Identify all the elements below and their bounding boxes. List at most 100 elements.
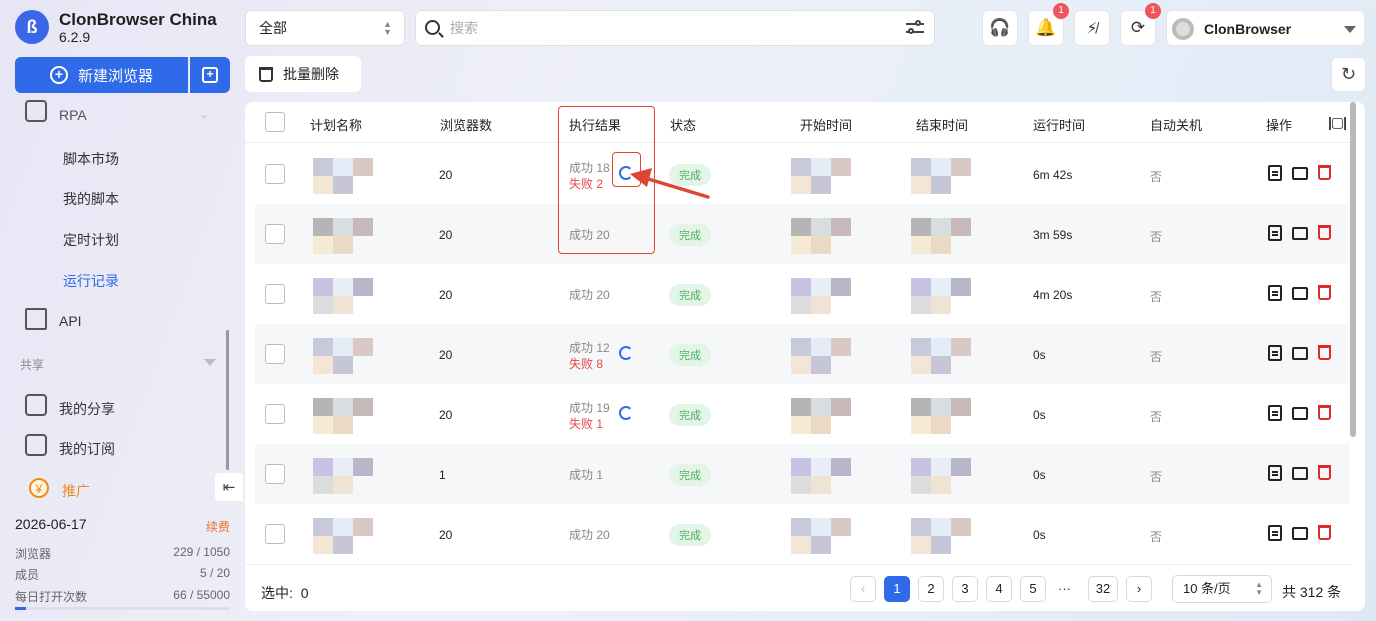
- group-filter-select[interactable]: 全部 ▲ ▼: [245, 10, 405, 46]
- sidebar-item-my-scripts[interactable]: 我的脚本: [0, 178, 230, 214]
- sidebar-item-my-subscriptions[interactable]: 我的订阅: [0, 427, 230, 463]
- stat-daily-opens: 每日打开次数 66 / 55000: [15, 588, 230, 605]
- table-row[interactable]: 20 成功 20 完成 3m 59s 否: [255, 204, 1350, 264]
- clipboard-icon[interactable]: [1268, 405, 1282, 421]
- sync-icon: ⟳: [1130, 18, 1146, 37]
- share-section-caret-icon[interactable]: [204, 359, 216, 366]
- table-row[interactable]: 1 成功 1 完成 0s 否: [255, 444, 1350, 504]
- sidebar-item-api[interactable]: API: [0, 301, 230, 337]
- clipboard-icon[interactable]: [1268, 225, 1282, 241]
- selected-label: 选中: 0: [261, 583, 309, 603]
- folder-icon[interactable]: [1292, 407, 1308, 420]
- batch-add-button[interactable]: +: [190, 57, 230, 93]
- clipboard-icon[interactable]: [1268, 345, 1282, 361]
- page-3-button[interactable]: 3: [952, 576, 978, 602]
- page-4-button[interactable]: 4: [986, 576, 1012, 602]
- end-time-redacted: [911, 458, 981, 494]
- col-end-time[interactable]: 结束时间: [916, 115, 968, 134]
- table-row[interactable]: 20 成功 20 完成 4m 20s 否: [255, 264, 1350, 324]
- group-filter-value: 全部: [259, 20, 287, 36]
- col-duration[interactable]: 运行时间: [1033, 115, 1085, 134]
- new-browser-button[interactable]: + 新建浏览器: [15, 57, 188, 93]
- column-settings-icon[interactable]: |▢|: [1328, 114, 1347, 131]
- bulk-delete-button[interactable]: 批量删除: [245, 56, 361, 92]
- network-off-button[interactable]: ⚡̸: [1074, 10, 1110, 46]
- clipboard-icon[interactable]: [1268, 525, 1282, 541]
- sidebar-item-schedules[interactable]: 定时计划: [0, 219, 230, 255]
- table-row[interactable]: 20 成功 12 失败 8 完成 0s 否: [255, 324, 1350, 384]
- duration: 0s: [1033, 528, 1046, 542]
- result-success: 成功 1: [569, 468, 604, 482]
- duration: 0s: [1033, 468, 1046, 482]
- row-checkbox[interactable]: [265, 164, 285, 184]
- search-input[interactable]: [450, 17, 890, 39]
- page-size-select[interactable]: 10 条/页 ▲ ▼: [1172, 575, 1272, 603]
- table-row[interactable]: 20 成功 18 失败 2 完成 6m 42s 否: [255, 144, 1350, 204]
- clipboard-icon[interactable]: [1268, 465, 1282, 481]
- folder-icon[interactable]: [1292, 287, 1308, 300]
- browser-count: 20: [439, 288, 453, 302]
- delete-icon[interactable]: [1318, 525, 1331, 540]
- row-checkbox[interactable]: [265, 344, 285, 364]
- collapse-sidebar-button[interactable]: ⇤: [215, 473, 243, 501]
- row-checkbox[interactable]: [265, 464, 285, 484]
- retry-icon[interactable]: [619, 406, 633, 420]
- support-button[interactable]: 🎧: [982, 10, 1018, 46]
- delete-icon[interactable]: [1318, 465, 1331, 480]
- col-plan-name[interactable]: 计划名称: [310, 115, 362, 134]
- total-count: 共 312 条: [1282, 584, 1342, 600]
- delete-icon[interactable]: [1318, 225, 1331, 240]
- table-scrollbar[interactable]: [1350, 102, 1356, 437]
- folder-icon[interactable]: [1292, 347, 1308, 360]
- notifications-button[interactable]: 🔔 1: [1028, 3, 1069, 46]
- table-row[interactable]: 20 成功 20 完成 0s 否: [255, 504, 1350, 564]
- plan-name-redacted: [313, 158, 383, 194]
- select-all-checkbox[interactable]: [265, 112, 285, 132]
- page-2-button[interactable]: 2: [918, 576, 944, 602]
- retry-icon[interactable]: [619, 346, 633, 360]
- prev-page-button[interactable]: ‹: [850, 576, 876, 602]
- sidebar-item-rpa[interactable]: RPA ⌄: [0, 100, 230, 134]
- filter-settings-icon[interactable]: [906, 20, 924, 36]
- row-checkbox[interactable]: [265, 404, 285, 424]
- sidebar-item-run-records[interactable]: 运行记录: [0, 260, 230, 296]
- page-size-value: 10 条/页: [1183, 581, 1231, 596]
- sidebar-item-my-shares[interactable]: 我的分享: [0, 387, 230, 423]
- page-1-button[interactable]: 1: [884, 576, 910, 602]
- table-row[interactable]: 20 成功 19 失败 1 完成 0s 否: [255, 384, 1350, 444]
- delete-icon[interactable]: [1318, 345, 1331, 360]
- clipboard-icon[interactable]: [1268, 165, 1282, 181]
- renew-link[interactable]: 续费: [206, 518, 230, 535]
- col-auto-shutdown[interactable]: 自动关机: [1150, 115, 1202, 134]
- clipboard-icon[interactable]: [1268, 285, 1282, 301]
- status-badge: 完成: [669, 164, 711, 186]
- next-page-button[interactable]: ›: [1126, 576, 1152, 602]
- folder-icon[interactable]: [1292, 527, 1308, 540]
- col-start-time[interactable]: 开始时间: [800, 115, 852, 134]
- row-checkbox[interactable]: [265, 284, 285, 304]
- folder-icon[interactable]: [1292, 467, 1308, 480]
- start-time-redacted: [791, 338, 861, 374]
- sidebar-item-promotion[interactable]: ¥ 推广: [0, 470, 230, 500]
- col-status[interactable]: 状态: [670, 115, 696, 134]
- folder-icon[interactable]: [1292, 167, 1308, 180]
- sidebar-item-label: API: [59, 313, 82, 329]
- chevron-down-icon: [1344, 26, 1356, 33]
- delete-icon[interactable]: [1318, 165, 1331, 180]
- page-32-button[interactable]: 32: [1088, 576, 1118, 602]
- sync-button[interactable]: ⟳ 1: [1120, 3, 1161, 46]
- delete-icon[interactable]: [1318, 405, 1331, 420]
- sidebar-item-script-market[interactable]: 脚本市场: [0, 138, 230, 174]
- refresh-button[interactable]: ↻: [1331, 57, 1366, 92]
- page-5-button[interactable]: 5: [1020, 576, 1046, 602]
- folder-icon[interactable]: [1292, 227, 1308, 240]
- delete-icon[interactable]: [1318, 285, 1331, 300]
- col-browser-count[interactable]: 浏览器数: [440, 115, 492, 134]
- sidebar-item-label: 我的脚本: [63, 191, 119, 207]
- sidebar-item-label: 定时计划: [63, 232, 119, 248]
- row-checkbox[interactable]: [265, 224, 285, 244]
- page-ellipsis[interactable]: ···: [1058, 581, 1071, 596]
- sidebar-scrollbar[interactable]: [226, 330, 229, 470]
- user-menu[interactable]: ClonBrowser: [1166, 10, 1365, 46]
- row-checkbox[interactable]: [265, 524, 285, 544]
